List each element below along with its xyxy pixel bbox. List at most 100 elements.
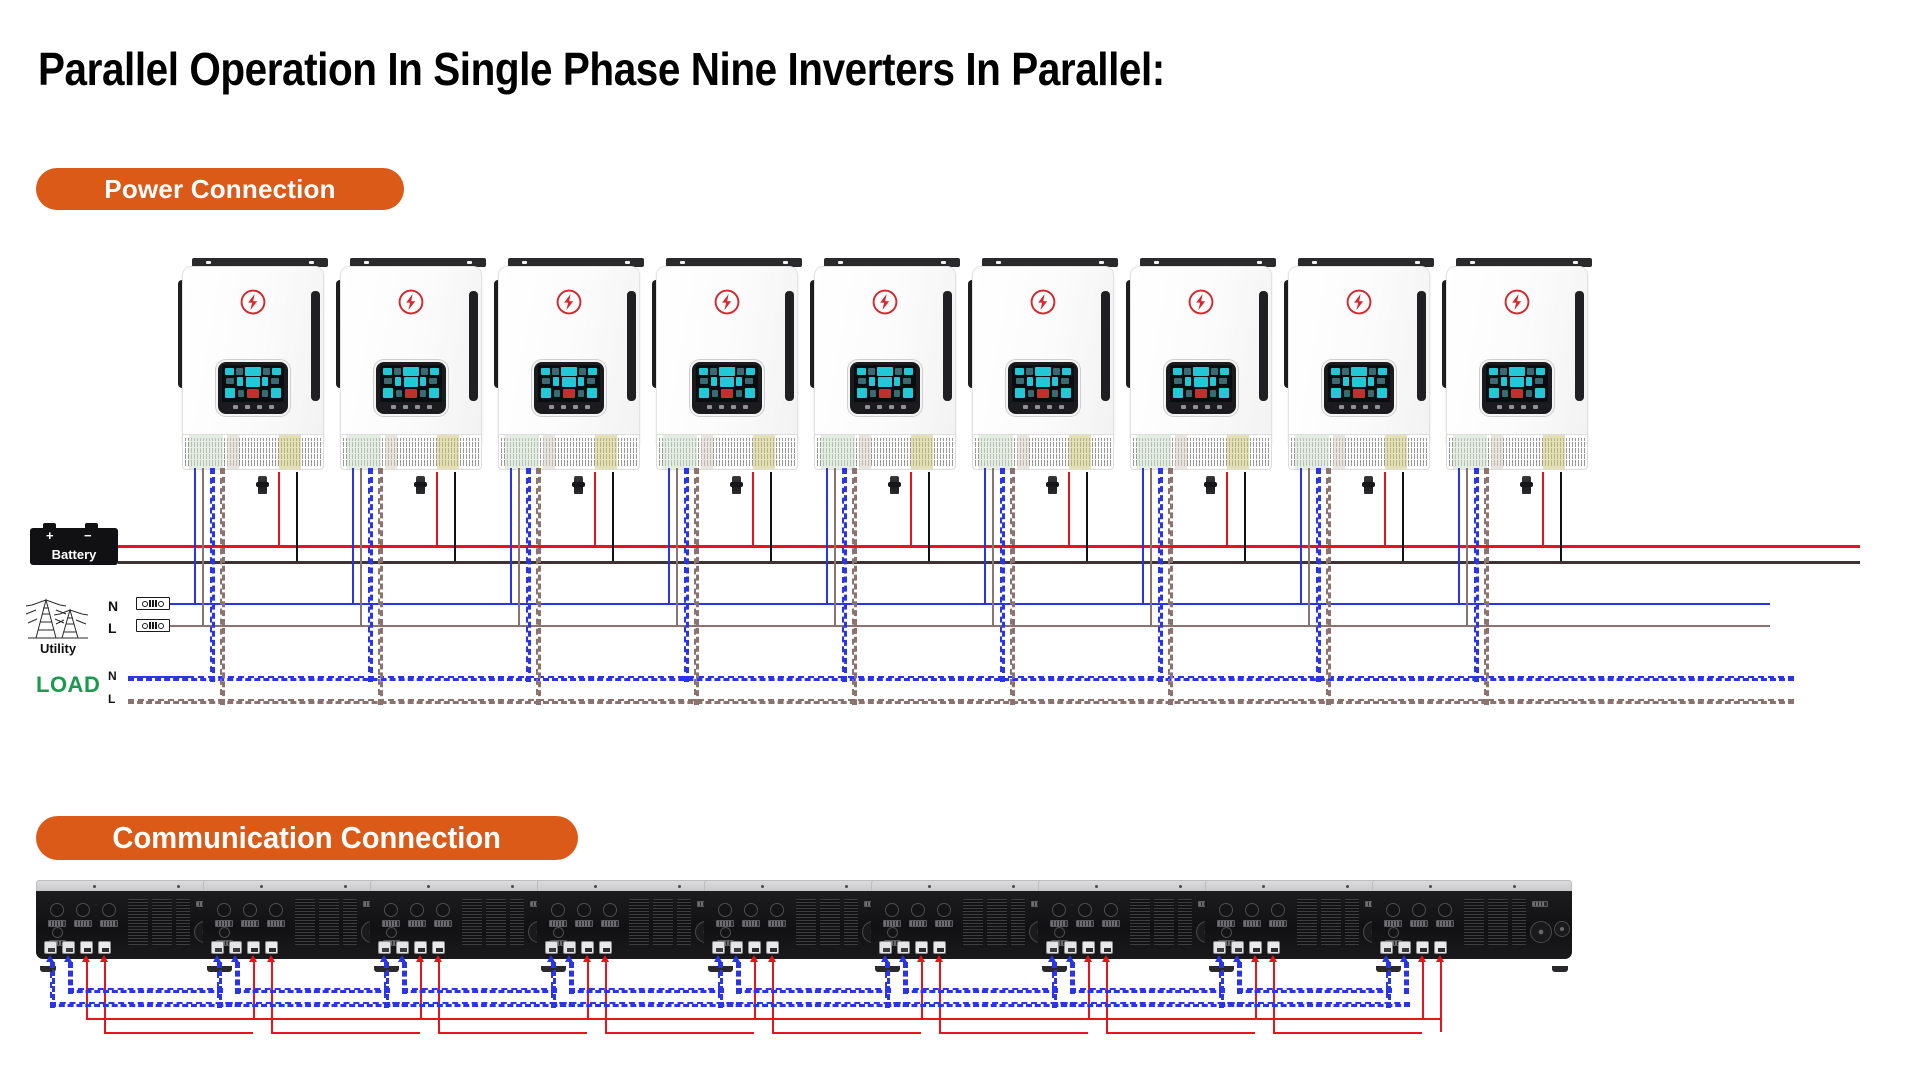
communication-port-4[interactable] <box>98 941 111 954</box>
inverter-key-2[interactable] <box>402 405 408 409</box>
communication-port-4[interactable] <box>1267 941 1280 954</box>
communication-port-1[interactable] <box>1213 941 1226 954</box>
comm-red-link-alt-4 <box>605 1032 754 1034</box>
inverter-key-4[interactable] <box>1216 405 1222 409</box>
inverter-key-4[interactable] <box>900 405 906 409</box>
inverter-key-2[interactable] <box>244 405 250 409</box>
inverter-key-1[interactable] <box>1180 405 1186 409</box>
communication-port-2[interactable] <box>62 941 75 954</box>
communication-port-3[interactable] <box>247 941 260 954</box>
conduit-knockout-1 <box>50 903 64 917</box>
communication-port-2[interactable] <box>396 941 409 954</box>
communication-port-4[interactable] <box>1434 941 1447 954</box>
communication-port-2[interactable] <box>730 941 743 954</box>
inverter-key-3[interactable] <box>888 405 894 409</box>
communication-port-2[interactable] <box>1398 941 1411 954</box>
inverter-4-load-l-drop <box>694 468 699 705</box>
inverter-key-3[interactable] <box>1520 405 1526 409</box>
comm-blue-link-3 <box>402 988 557 993</box>
inverter-key-2[interactable] <box>1034 405 1040 409</box>
inverter-key-4[interactable] <box>584 405 590 409</box>
cover-screw-1 <box>761 885 764 888</box>
inverter-keypad[interactable] <box>1338 405 1380 409</box>
inverter-keypad[interactable] <box>548 405 590 409</box>
utility-line-lead <box>170 625 210 627</box>
comm-cable-arrow-3-2 <box>398 955 406 962</box>
inverter-key-1[interactable] <box>548 405 554 409</box>
comm-red-link-alt-1 <box>104 1032 253 1034</box>
inverter-key-4[interactable] <box>426 405 432 409</box>
terminal-block-1 <box>549 920 567 927</box>
communication-port-4[interactable] <box>432 941 445 954</box>
communication-port-1[interactable] <box>1380 941 1393 954</box>
inverter-key-2[interactable] <box>876 405 882 409</box>
communication-port-3[interactable] <box>80 941 93 954</box>
communication-port-3[interactable] <box>915 941 928 954</box>
inverter-key-2[interactable] <box>718 405 724 409</box>
inverter-key-2[interactable] <box>1192 405 1198 409</box>
communication-port-3[interactable] <box>1249 941 1262 954</box>
comm-cable-arrow-8-3 <box>1251 955 1259 962</box>
communication-port-2[interactable] <box>1064 941 1077 954</box>
inverter-key-1[interactable] <box>390 405 396 409</box>
inverter-keypad[interactable] <box>390 405 432 409</box>
inverter-keypad[interactable] <box>1496 405 1538 409</box>
inverter-key-4[interactable] <box>742 405 748 409</box>
inverter-key-1[interactable] <box>864 405 870 409</box>
communication-port-3[interactable] <box>581 941 594 954</box>
communication-port-2[interactable] <box>897 941 910 954</box>
inverter-key-3[interactable] <box>1046 405 1052 409</box>
inverter-key-2[interactable] <box>1508 405 1514 409</box>
inverter-4-battery-negative-drop <box>770 472 772 561</box>
inverter-key-4[interactable] <box>1532 405 1538 409</box>
conduit-knockout-4 <box>52 927 63 938</box>
inverter-8-utility-l-drop <box>1308 468 1310 625</box>
inverter-8-load-l-drop <box>1326 468 1331 705</box>
communication-port-1[interactable] <box>1046 941 1059 954</box>
communication-port-1[interactable] <box>44 941 57 954</box>
inverter-key-4[interactable] <box>1374 405 1380 409</box>
inverter-key-1[interactable] <box>1338 405 1344 409</box>
communication-port-4[interactable] <box>766 941 779 954</box>
communication-port-1[interactable] <box>378 941 391 954</box>
inverter-key-3[interactable] <box>1204 405 1210 409</box>
communication-port-3[interactable] <box>748 941 761 954</box>
communication-port-1[interactable] <box>545 941 558 954</box>
cover-screw-1 <box>427 885 430 888</box>
inverter-9-battery-positive-drop <box>1542 472 1544 545</box>
inverter-key-2[interactable] <box>560 405 566 409</box>
inverter-keypad[interactable] <box>232 405 274 409</box>
communication-port-1[interactable] <box>211 941 224 954</box>
inverter-key-4[interactable] <box>1058 405 1064 409</box>
communication-port-4[interactable] <box>265 941 278 954</box>
inverter-key-1[interactable] <box>706 405 712 409</box>
communication-port-3[interactable] <box>1416 941 1429 954</box>
communication-port-4[interactable] <box>933 941 946 954</box>
communication-port-3[interactable] <box>414 941 427 954</box>
inverter-key-3[interactable] <box>1362 405 1368 409</box>
communication-port-2[interactable] <box>1231 941 1244 954</box>
inverter-key-1[interactable] <box>1496 405 1502 409</box>
communication-port-2[interactable] <box>229 941 242 954</box>
inverter-key-3[interactable] <box>256 405 262 409</box>
communication-port-3[interactable] <box>1082 941 1095 954</box>
inverter-key-3[interactable] <box>414 405 420 409</box>
battery-block: + − Battery <box>30 523 118 565</box>
inverter-key-3[interactable] <box>572 405 578 409</box>
communication-port-4[interactable] <box>599 941 612 954</box>
utility-line-l-label: L <box>108 620 117 636</box>
inverter-key-2[interactable] <box>1350 405 1356 409</box>
inverter-keypad[interactable] <box>1180 405 1222 409</box>
communication-port-4[interactable] <box>1100 941 1113 954</box>
inverter-key-1[interactable] <box>1022 405 1028 409</box>
communication-port-1[interactable] <box>879 941 892 954</box>
inverter-keypad[interactable] <box>1022 405 1064 409</box>
inverter-key-3[interactable] <box>730 405 736 409</box>
communication-port-2[interactable] <box>563 941 576 954</box>
inverter-key-1[interactable] <box>232 405 238 409</box>
inverter-keypad[interactable] <box>706 405 748 409</box>
inverter-key-4[interactable] <box>268 405 274 409</box>
inverter-body <box>340 266 482 446</box>
communication-port-1[interactable] <box>712 941 725 954</box>
inverter-keypad[interactable] <box>864 405 906 409</box>
